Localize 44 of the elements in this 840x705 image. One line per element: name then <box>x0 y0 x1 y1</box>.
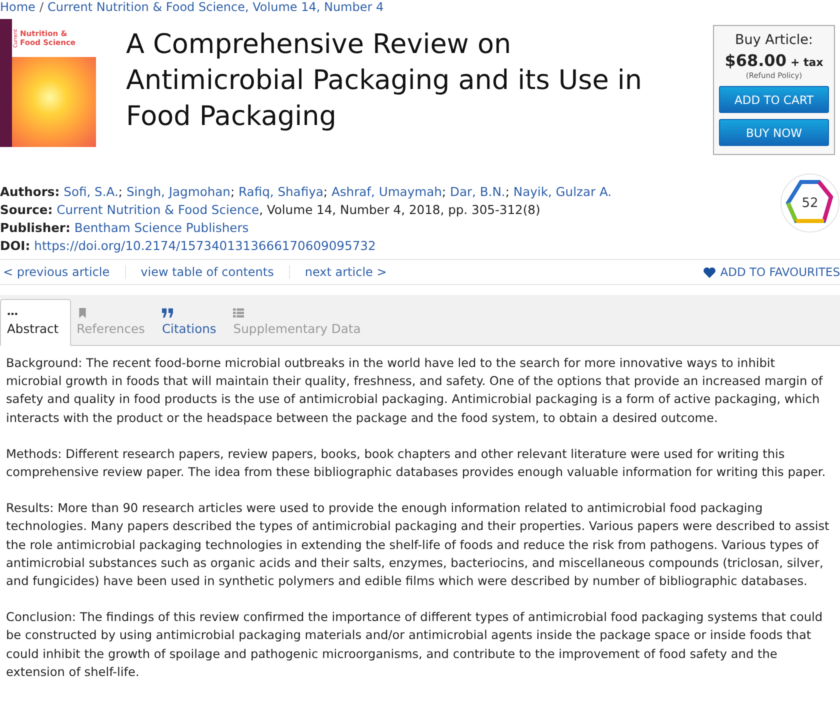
article-title: A Comprehensive Review on Antimicrobial Packaging and its Use in Food Packaging <box>126 28 644 134</box>
breadcrumb-link[interactable]: Current Nutrition & Food Science, Volume 14, Number 4 <box>47 0 384 15</box>
buy-heading: Buy Article: <box>735 32 813 48</box>
meta-link[interactable]: Rafiq, Shafiya <box>238 185 324 199</box>
meta-text: ; <box>505 185 510 199</box>
meta-link[interactable]: Dar, B.N. <box>450 185 506 199</box>
article-nav-link[interactable]: next article > <box>288 265 402 279</box>
abstract-paragraph: Conclusion: The findings of this review confirmed the importance of different types of antimicrobial food packaging systems that could be constructed by using antimicrobial packaging materials and/or antimicrobial agents inside the package space or inside foods that could inhibit the growth of spoilage and pathogenic microorganisms, and contribute to the improvement of food safety and the extension of shelf-life. <box>6 609 824 681</box>
heart-icon <box>703 266 716 278</box>
meta-text: ; <box>442 185 448 199</box>
article-nav-link[interactable]: < previous article <box>0 265 125 279</box>
breadcrumb-link[interactable]: Home <box>0 0 36 15</box>
meta-label: DOI: <box>0 239 30 253</box>
meta-link[interactable]: Bentham Science Publishers <box>74 221 249 235</box>
meta-label: Authors: <box>0 185 60 199</box>
abstract-paragraph: Methods: Different research papers, review papers, books, book chapters and other relevant literature were used for writing this comprehensive review paper. The idea from these bibliographic databases provides enough valuable information for writing this paper. <box>6 446 827 482</box>
breadcrumb-separator: / <box>39 0 44 15</box>
list-icon <box>233 308 244 318</box>
buy-now-button[interactable]: BUY NOW <box>719 119 829 146</box>
article-nav-link[interactable]: view table of contents <box>124 265 289 279</box>
meta-text: ; <box>323 185 329 199</box>
altmetric-badge[interactable]: 52 <box>780 173 840 233</box>
section-tab[interactable]: Abstract <box>0 299 71 346</box>
meta-link[interactable]: Current Nutrition & Food Science <box>56 203 260 217</box>
meta-link[interactable]: Nayik, Gulzar A. <box>513 185 612 199</box>
section-tab[interactable]: Citations <box>156 300 228 345</box>
meta-link[interactable]: Sofi, S.A. <box>64 185 118 199</box>
meta-link[interactable]: https://doi.org/10.2174/1573401313666170609095732 <box>34 239 376 253</box>
meta-text: , Volume 14, Number 4, 2018, pp. 305-312(8) <box>259 203 540 217</box>
meta-text: ; <box>230 185 236 199</box>
bookmark-icon <box>76 308 88 318</box>
quote-icon <box>162 308 173 318</box>
add-to-favourites-link[interactable]: ADD TO FAVOURITES <box>703 265 840 279</box>
tax-label: + tax <box>790 56 824 69</box>
abstract-paragraph: Results: More than 90 research articles were used to provide the enough information related to antimicrobial food packaging technologies. Many papers described the types of antimicrobial packaging and their properties. Various papers were described to assist the role antimicrobial packaging technologies in extending the shelf-life of foods and reduce the risk from pathogens. Various types of antimicrobial substances such as organic acids and their salts, enzymes, bacteriocins, and miscellaneous compounds (triclosan, silver, and fungicides) have been used in synthetic polymers and edible films which were described by number of bibliographic databases. <box>6 500 830 590</box>
price: $68.00 <box>724 51 786 70</box>
meta-text: ; <box>118 185 124 199</box>
altmetric-score: 52 <box>802 196 818 211</box>
meta-link[interactable]: Singh, Jagmohan <box>126 185 230 199</box>
meta-link[interactable]: Ashraf, Umaymah <box>331 185 442 199</box>
abstract-paragraph: Background: The recent food-borne microbial outbreaks in the world have led to the search for more innovative ways to inhibit microbial growth in foods that will maintain their quality, freshness, and safety. One of the options that provide an increased margin of safety and quality in food products is the use of antimicrobial packaging. Antimicrobial packaging is a form of active packaging, which interacts with the product or the headspace between the package and the food system, to obtain a desired outcome. <box>6 355 824 427</box>
meta-label: Source: <box>0 203 53 217</box>
meta-label: Publisher: <box>0 221 70 235</box>
add-to-cart-button[interactable]: ADD TO CART <box>719 86 829 113</box>
